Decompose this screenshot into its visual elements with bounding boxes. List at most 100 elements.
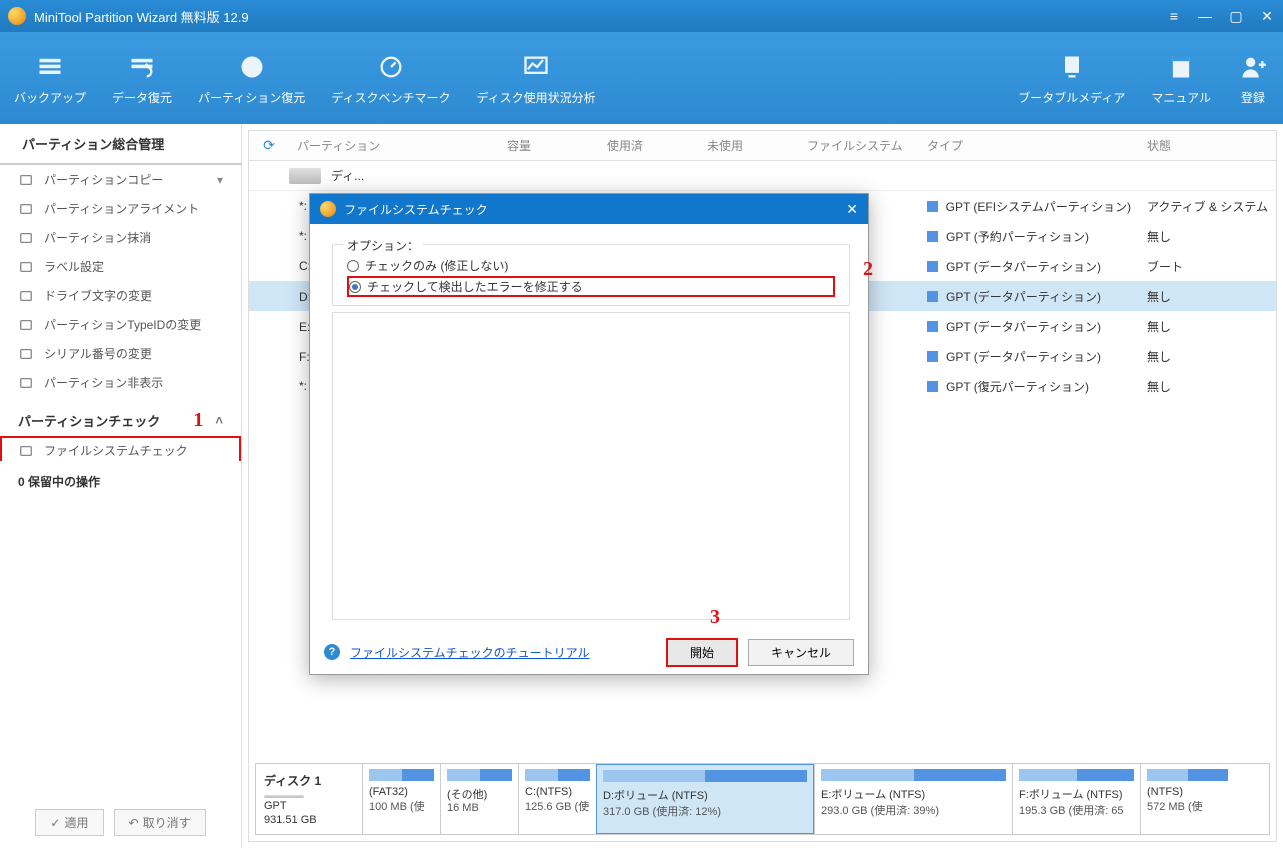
sidebar-item[interactable]: ドライブ文字の変更 <box>0 281 241 310</box>
content: ⟳ パーティション 容量 使用済 未使用 ファイルシステム タイプ 状態 ディ.… <box>248 130 1277 842</box>
recovery-icon <box>126 51 158 83</box>
dm-label: (その他) <box>447 786 512 802</box>
th-used[interactable]: 使用済 <box>599 137 699 154</box>
minimize-icon[interactable]: — <box>1197 8 1213 24</box>
toolbar-manual[interactable]: マニュアル <box>1147 45 1215 112</box>
sidebar-item[interactable]: パーティションアライメント <box>0 194 241 223</box>
sidebar-item[interactable]: パーティション抹消 <box>0 223 241 252</box>
cell-type: GPT (復元パーティション) <box>919 378 1139 395</box>
cancel-button[interactable]: キャンセル <box>748 639 854 666</box>
toolbar-register[interactable]: 登録 <box>1233 45 1273 112</box>
radio-label: チェックして検出したエラーを修正する <box>367 278 583 295</box>
sidebar-item[interactable]: パーティションTypeIDの変更 <box>0 310 241 339</box>
sidebar: パーティション総合管理 パーティションコピー▾パーティションアライメントパーティ… <box>0 124 242 848</box>
boot-icon <box>1056 51 1088 83</box>
toolbar-label: パーティション復元 <box>198 89 305 106</box>
cell-status: 無し <box>1139 378 1276 395</box>
diskmap-partition[interactable]: (その他)16 MB <box>440 764 518 834</box>
diskmap-partition[interactable]: (NTFS)572 MB (使 <box>1140 764 1234 834</box>
dm-size: 100 MB (使 <box>369 798 434 814</box>
dialog-title: ファイルシステムチェック <box>344 201 488 218</box>
color-swatch-icon <box>927 321 938 332</box>
toolbar-recovery[interactable]: データ復元 <box>108 45 176 112</box>
disk-map-head[interactable]: ディスク 1 GPT 931.51 GB <box>256 764 362 834</box>
apply-button[interactable]: ✓適用 <box>35 809 103 836</box>
undo-button[interactable]: ↶取り消す <box>114 809 206 836</box>
usage-bar <box>603 770 807 782</box>
sidebar-item[interactable]: パーティションコピー▾ <box>0 165 241 194</box>
toolbar-usage[interactable]: ディスク使用状況分析 <box>472 45 599 112</box>
usage-icon <box>520 51 552 83</box>
radio-label: チェックのみ (修正しない) <box>365 257 508 274</box>
sidebar-item[interactable]: ラベル設定 <box>0 252 241 281</box>
usage-bar <box>1147 769 1228 781</box>
radio-icon <box>347 260 359 272</box>
cell-status: 無し <box>1139 348 1276 365</box>
usage-bar <box>369 769 434 781</box>
register-icon <box>1237 51 1269 83</box>
item-icon <box>18 443 34 459</box>
backup-icon <box>34 51 66 83</box>
radio-check-only[interactable]: チェックのみ (修正しない) <box>347 255 835 276</box>
table-header: ⟳ パーティション 容量 使用済 未使用 ファイルシステム タイプ 状態 <box>249 131 1276 161</box>
dialog-close-icon[interactable]: ✕ <box>846 201 858 218</box>
maximize-icon[interactable]: ▢ <box>1228 8 1244 24</box>
dm-size: 931.51 GB <box>264 814 354 826</box>
usage-bar <box>447 769 512 781</box>
diskmap-partition[interactable]: F:ボリューム (NTFS)195.3 GB (使用済: 65 <box>1012 764 1140 834</box>
th-status[interactable]: 状態 <box>1139 137 1276 154</box>
sidebar-tab[interactable]: パーティション総合管理 <box>0 124 241 165</box>
color-swatch-icon <box>927 261 938 272</box>
item-label: ドライブ文字の変更 <box>44 287 152 304</box>
dm-disk-icon <box>264 795 304 798</box>
radio-icon <box>349 281 361 293</box>
toolbar-boot[interactable]: ブータブルメディア <box>1014 45 1129 112</box>
diskmap-partition[interactable]: C:(NTFS)125.6 GB (使 <box>518 764 596 834</box>
option-group: オプション： チェックのみ (修正しない) チェックして検出したエラーを修正する… <box>332 244 850 306</box>
sidebar-item[interactable]: パーティション非表示 <box>0 368 241 397</box>
annotation-1: 1 <box>193 409 203 432</box>
start-button[interactable]: 開始 <box>666 638 738 667</box>
tutorial-link[interactable]: ファイルシステムチェックのチュートリアル <box>350 644 590 661</box>
section-label: パーティションチェック <box>18 411 160 430</box>
sidebar-item[interactable]: シリアル番号の変更 <box>0 339 241 368</box>
item-label: ラベル設定 <box>44 258 104 275</box>
diskmap-partition[interactable]: D:ボリューム (NTFS)317.0 GB (使用済: 12%) <box>596 764 814 834</box>
option-legend: オプション： <box>343 237 423 254</box>
color-swatch-icon <box>927 291 938 302</box>
menu-icon[interactable]: ≡ <box>1166 8 1182 24</box>
th-unused[interactable]: 未使用 <box>699 137 799 154</box>
dialog-icon <box>320 201 336 217</box>
color-swatch-icon <box>927 201 938 212</box>
toolbar-label: データ復元 <box>112 89 172 106</box>
diskmap-partition[interactable]: E:ボリューム (NTFS)293.0 GB (使用済: 39%) <box>814 764 1012 834</box>
th-type[interactable]: タイプ <box>919 137 1139 154</box>
close-icon[interactable]: ✕ <box>1259 8 1275 24</box>
item-label: ファイルシステムチェック <box>44 442 188 459</box>
cell-type: GPT (データパーティション) <box>919 348 1139 365</box>
item-label: パーティション非表示 <box>44 374 163 391</box>
sidebar-item-fscheck[interactable]: ファイルシステムチェック <box>0 436 241 461</box>
help-icon[interactable]: ? <box>324 644 340 660</box>
diskmap-partition[interactable]: (FAT32)100 MB (使 <box>362 764 440 834</box>
disk-map: ディスク 1 GPT 931.51 GB (FAT32)100 MB (使(その… <box>255 763 1270 835</box>
usage-bar <box>821 769 1006 781</box>
sidebar-section-check[interactable]: パーティションチェック1˄ <box>0 397 241 436</box>
color-swatch-icon <box>927 351 938 362</box>
item-label: パーティションコピー <box>44 171 163 188</box>
color-swatch-icon <box>927 381 938 392</box>
refresh-icon[interactable]: ⟳ <box>249 137 289 154</box>
th-partition[interactable]: パーティション <box>289 137 499 154</box>
disk-row[interactable]: ディ... <box>249 161 1276 191</box>
cell-status: ブート <box>1139 258 1276 275</box>
toolbar-backup[interactable]: バックアップ <box>10 45 90 112</box>
dialog-titlebar[interactable]: ファイルシステムチェック ✕ <box>310 194 868 224</box>
dm-label: F:ボリューム (NTFS) <box>1019 786 1134 802</box>
item-icon <box>18 230 34 246</box>
th-capacity[interactable]: 容量 <box>499 137 599 154</box>
app-icon <box>8 7 26 25</box>
th-fs[interactable]: ファイルシステム <box>799 137 919 154</box>
toolbar-bench[interactable]: ディスクベンチマーク <box>327 45 454 112</box>
radio-check-and-fix[interactable]: チェックして検出したエラーを修正する 2 <box>347 276 835 297</box>
toolbar-prec[interactable]: パーティション復元 <box>194 45 309 112</box>
